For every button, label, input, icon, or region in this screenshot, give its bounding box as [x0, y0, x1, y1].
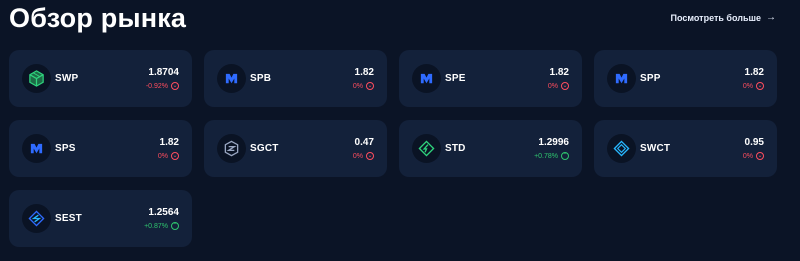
swct-diamond-icon: [607, 134, 636, 163]
down-indicator-icon: ⌄: [756, 152, 764, 160]
change-value: 0% ⌄: [353, 152, 374, 160]
spb-token-icon: [217, 64, 246, 93]
price-value: 1.82: [159, 137, 179, 148]
sest-diamond-icon: [22, 204, 51, 233]
up-indicator-icon: ⌃: [561, 152, 569, 160]
market-grid: SWP 1.8704 -0.92% ⌄ SPB 1.82 0% ⌄ SPE 1.…: [9, 50, 780, 247]
ticker-label: SEST: [55, 213, 82, 224]
ticker-label: SPP: [640, 73, 661, 84]
ticker-label: SGCT: [250, 143, 279, 154]
change-value: +0.78% ⌃: [534, 152, 569, 160]
change-value: 0% ⌄: [353, 82, 374, 90]
ticker-label: SPE: [445, 73, 466, 84]
change-value: 0% ⌄: [743, 82, 764, 90]
change-value: 0% ⌄: [158, 152, 179, 160]
change-text: 0%: [352, 152, 363, 160]
market-card-swct[interactable]: SWCT 0.95 0% ⌄: [594, 120, 777, 177]
sgct-shield-icon: [217, 134, 246, 163]
change-text: 0%: [352, 82, 363, 90]
change-value: -0.92% ⌄: [146, 82, 179, 90]
market-card-spp[interactable]: SPP 1.82 0% ⌄: [594, 50, 777, 107]
change-text: +0.87%: [144, 222, 168, 230]
market-card-std[interactable]: STD 1.2996 +0.78% ⌃: [399, 120, 582, 177]
price-value: 1.82: [354, 67, 374, 78]
market-card-spb[interactable]: SPB 1.82 0% ⌄: [204, 50, 387, 107]
swp-cube-icon: [22, 64, 51, 93]
change-text: 0%: [742, 152, 753, 160]
down-indicator-icon: ⌄: [756, 82, 764, 90]
price-value: 1.2564: [148, 207, 179, 218]
change-value: +0.87% ⌃: [144, 222, 179, 230]
down-indicator-icon: ⌄: [561, 82, 569, 90]
std-diamond-icon: [412, 134, 441, 163]
sps-token-icon: [22, 134, 51, 163]
market-card-swp[interactable]: SWP 1.8704 -0.92% ⌄: [9, 50, 192, 107]
change-text: 0%: [742, 82, 753, 90]
change-text: +0.78%: [534, 152, 558, 160]
ticker-label: SPS: [55, 143, 76, 154]
ticker-label: SWP: [55, 73, 79, 84]
see-more-label: Посмотреть больше: [670, 13, 762, 23]
change-text: 0%: [157, 152, 168, 160]
arrow-right-icon: →: [766, 12, 776, 23]
price-value: 1.82: [549, 67, 569, 78]
down-indicator-icon: ⌄: [171, 82, 179, 90]
price-value: 1.2996: [538, 137, 569, 148]
change-value: 0% ⌄: [548, 82, 569, 90]
spp-token-icon: [607, 64, 636, 93]
down-indicator-icon: ⌄: [366, 152, 374, 160]
page-title: Обзор рынка: [9, 3, 187, 33]
price-value: 0.47: [354, 137, 374, 148]
spe-token-icon: [412, 64, 441, 93]
price-value: 0.95: [744, 137, 764, 148]
price-value: 1.82: [744, 67, 764, 78]
ticker-label: SWCT: [640, 143, 671, 154]
market-card-sps[interactable]: SPS 1.82 0% ⌄: [9, 120, 192, 177]
change-value: 0% ⌄: [743, 152, 764, 160]
change-text: -0.92%: [145, 82, 168, 90]
market-card-spe[interactable]: SPE 1.82 0% ⌄: [399, 50, 582, 107]
market-card-sest[interactable]: SEST 1.2564 +0.87% ⌃: [9, 190, 192, 247]
change-text: 0%: [547, 82, 558, 90]
ticker-label: STD: [445, 143, 466, 154]
see-more-link[interactable]: Посмотреть больше →: [670, 12, 777, 24]
down-indicator-icon: ⌄: [171, 152, 179, 160]
up-indicator-icon: ⌃: [171, 222, 179, 230]
ticker-label: SPB: [250, 73, 272, 84]
price-value: 1.8704: [148, 67, 179, 78]
down-indicator-icon: ⌄: [366, 82, 374, 90]
market-card-sgct[interactable]: SGCT 0.47 0% ⌄: [204, 120, 387, 177]
